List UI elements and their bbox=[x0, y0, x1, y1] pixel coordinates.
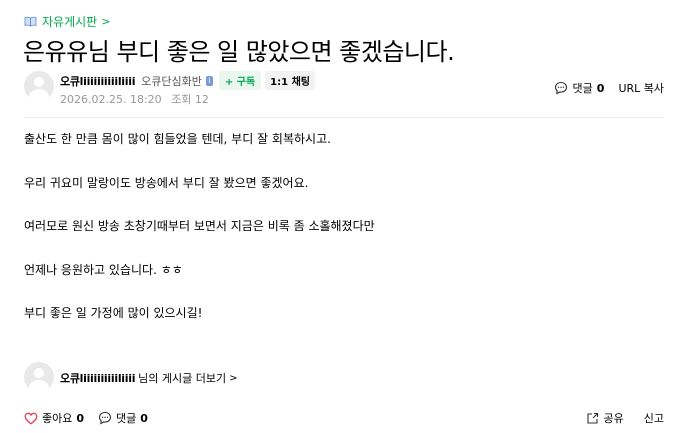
subscribe-button[interactable]: + 구독 bbox=[218, 71, 262, 90]
author-row: 오큐liiiiiiiiiiliiii 오큐단심화반 i + 구독 1:1 채팅 bbox=[60, 71, 315, 90]
grade-info-icon[interactable]: i bbox=[205, 75, 213, 86]
url-copy-button[interactable]: URL 복사 bbox=[618, 80, 664, 96]
share-icon bbox=[586, 412, 598, 424]
post-title: 은유유님 부디 좋은 일 많았으면 좋겠습니다. bbox=[23, 38, 455, 66]
more-chevron-icon: > bbox=[229, 372, 238, 384]
like-label: 좋아요 bbox=[42, 412, 73, 425]
board-link[interactable]: 자유게시판 > bbox=[24, 13, 110, 30]
heart-icon bbox=[24, 412, 38, 425]
top-actions: 댓글 0 URL 복사 bbox=[554, 80, 664, 96]
post-date: 2026.02.25. 18:20 bbox=[60, 93, 162, 106]
comment-icon bbox=[98, 411, 112, 425]
bottom-comment-button[interactable]: 댓글 0 bbox=[98, 410, 148, 426]
more-author-avatar[interactable] bbox=[24, 362, 54, 392]
content-line: 부디 좋은 일 가정에 많이 있으시길! bbox=[24, 306, 203, 320]
more-posts-link[interactable]: 오큐liiiiiiiiiiliiii 님의 게시글 더보기 > bbox=[60, 370, 238, 386]
content-line: 출산도 한 만큼 몸이 많이 힘들었을 텐데, 부디 잘 회복하시고. bbox=[24, 132, 331, 146]
bottom-bar: 좋아요 0 댓글 0 공유 신고 bbox=[24, 410, 664, 426]
board-chevron-icon: > bbox=[101, 15, 111, 28]
comment-label[interactable]: 댓글 bbox=[573, 80, 593, 96]
post-views: 조회 12 bbox=[171, 93, 209, 106]
like-count: 0 bbox=[76, 411, 85, 425]
chat-button[interactable]: 1:1 채팅 bbox=[265, 71, 315, 90]
post-content: 출산도 한 만큼 몸이 많이 힘들었을 텐데, 부디 잘 회복하시고. 우리 귀… bbox=[24, 131, 644, 349]
author-nickname[interactable]: 오큐liiiiiiiiiiliiii bbox=[60, 73, 135, 89]
content-line: 우리 귀요미 말랑이도 방송에서 부디 잘 봤으면 좋겠어요. bbox=[24, 175, 309, 190]
share-button[interactable]: 공유 bbox=[586, 410, 624, 426]
bottom-comment-count: 0 bbox=[140, 411, 148, 425]
more-author-nickname[interactable]: 오큐liiiiiiiiiiliiii bbox=[60, 370, 135, 386]
book-icon bbox=[24, 16, 37, 27]
author-grade: 오큐단심화반 bbox=[141, 74, 202, 88]
bottom-comment-label: 댓글 bbox=[116, 412, 137, 425]
author-avatar[interactable] bbox=[24, 71, 54, 101]
comment-count: 0 bbox=[596, 81, 605, 95]
post-meta: 2026.02.25. 18:20 조회 12 bbox=[60, 91, 209, 107]
like-button[interactable]: 좋아요 0 bbox=[24, 410, 84, 426]
header-divider bbox=[24, 117, 664, 118]
board-name: 자유게시판 bbox=[42, 15, 98, 29]
report-button[interactable]: 신고 bbox=[644, 410, 664, 426]
share-label: 공유 bbox=[603, 412, 624, 425]
comment-icon[interactable] bbox=[554, 81, 568, 95]
content-line: 언제나 응원하고 있습니다. ㅎㅎ bbox=[24, 262, 183, 277]
more-posts-text[interactable]: 님의 게시글 더보기 bbox=[138, 370, 226, 386]
content-line: 여러모로 원신 방송 초창기때부터 보면서 지금은 비록 좀 소홀해졌다만 bbox=[24, 219, 375, 233]
